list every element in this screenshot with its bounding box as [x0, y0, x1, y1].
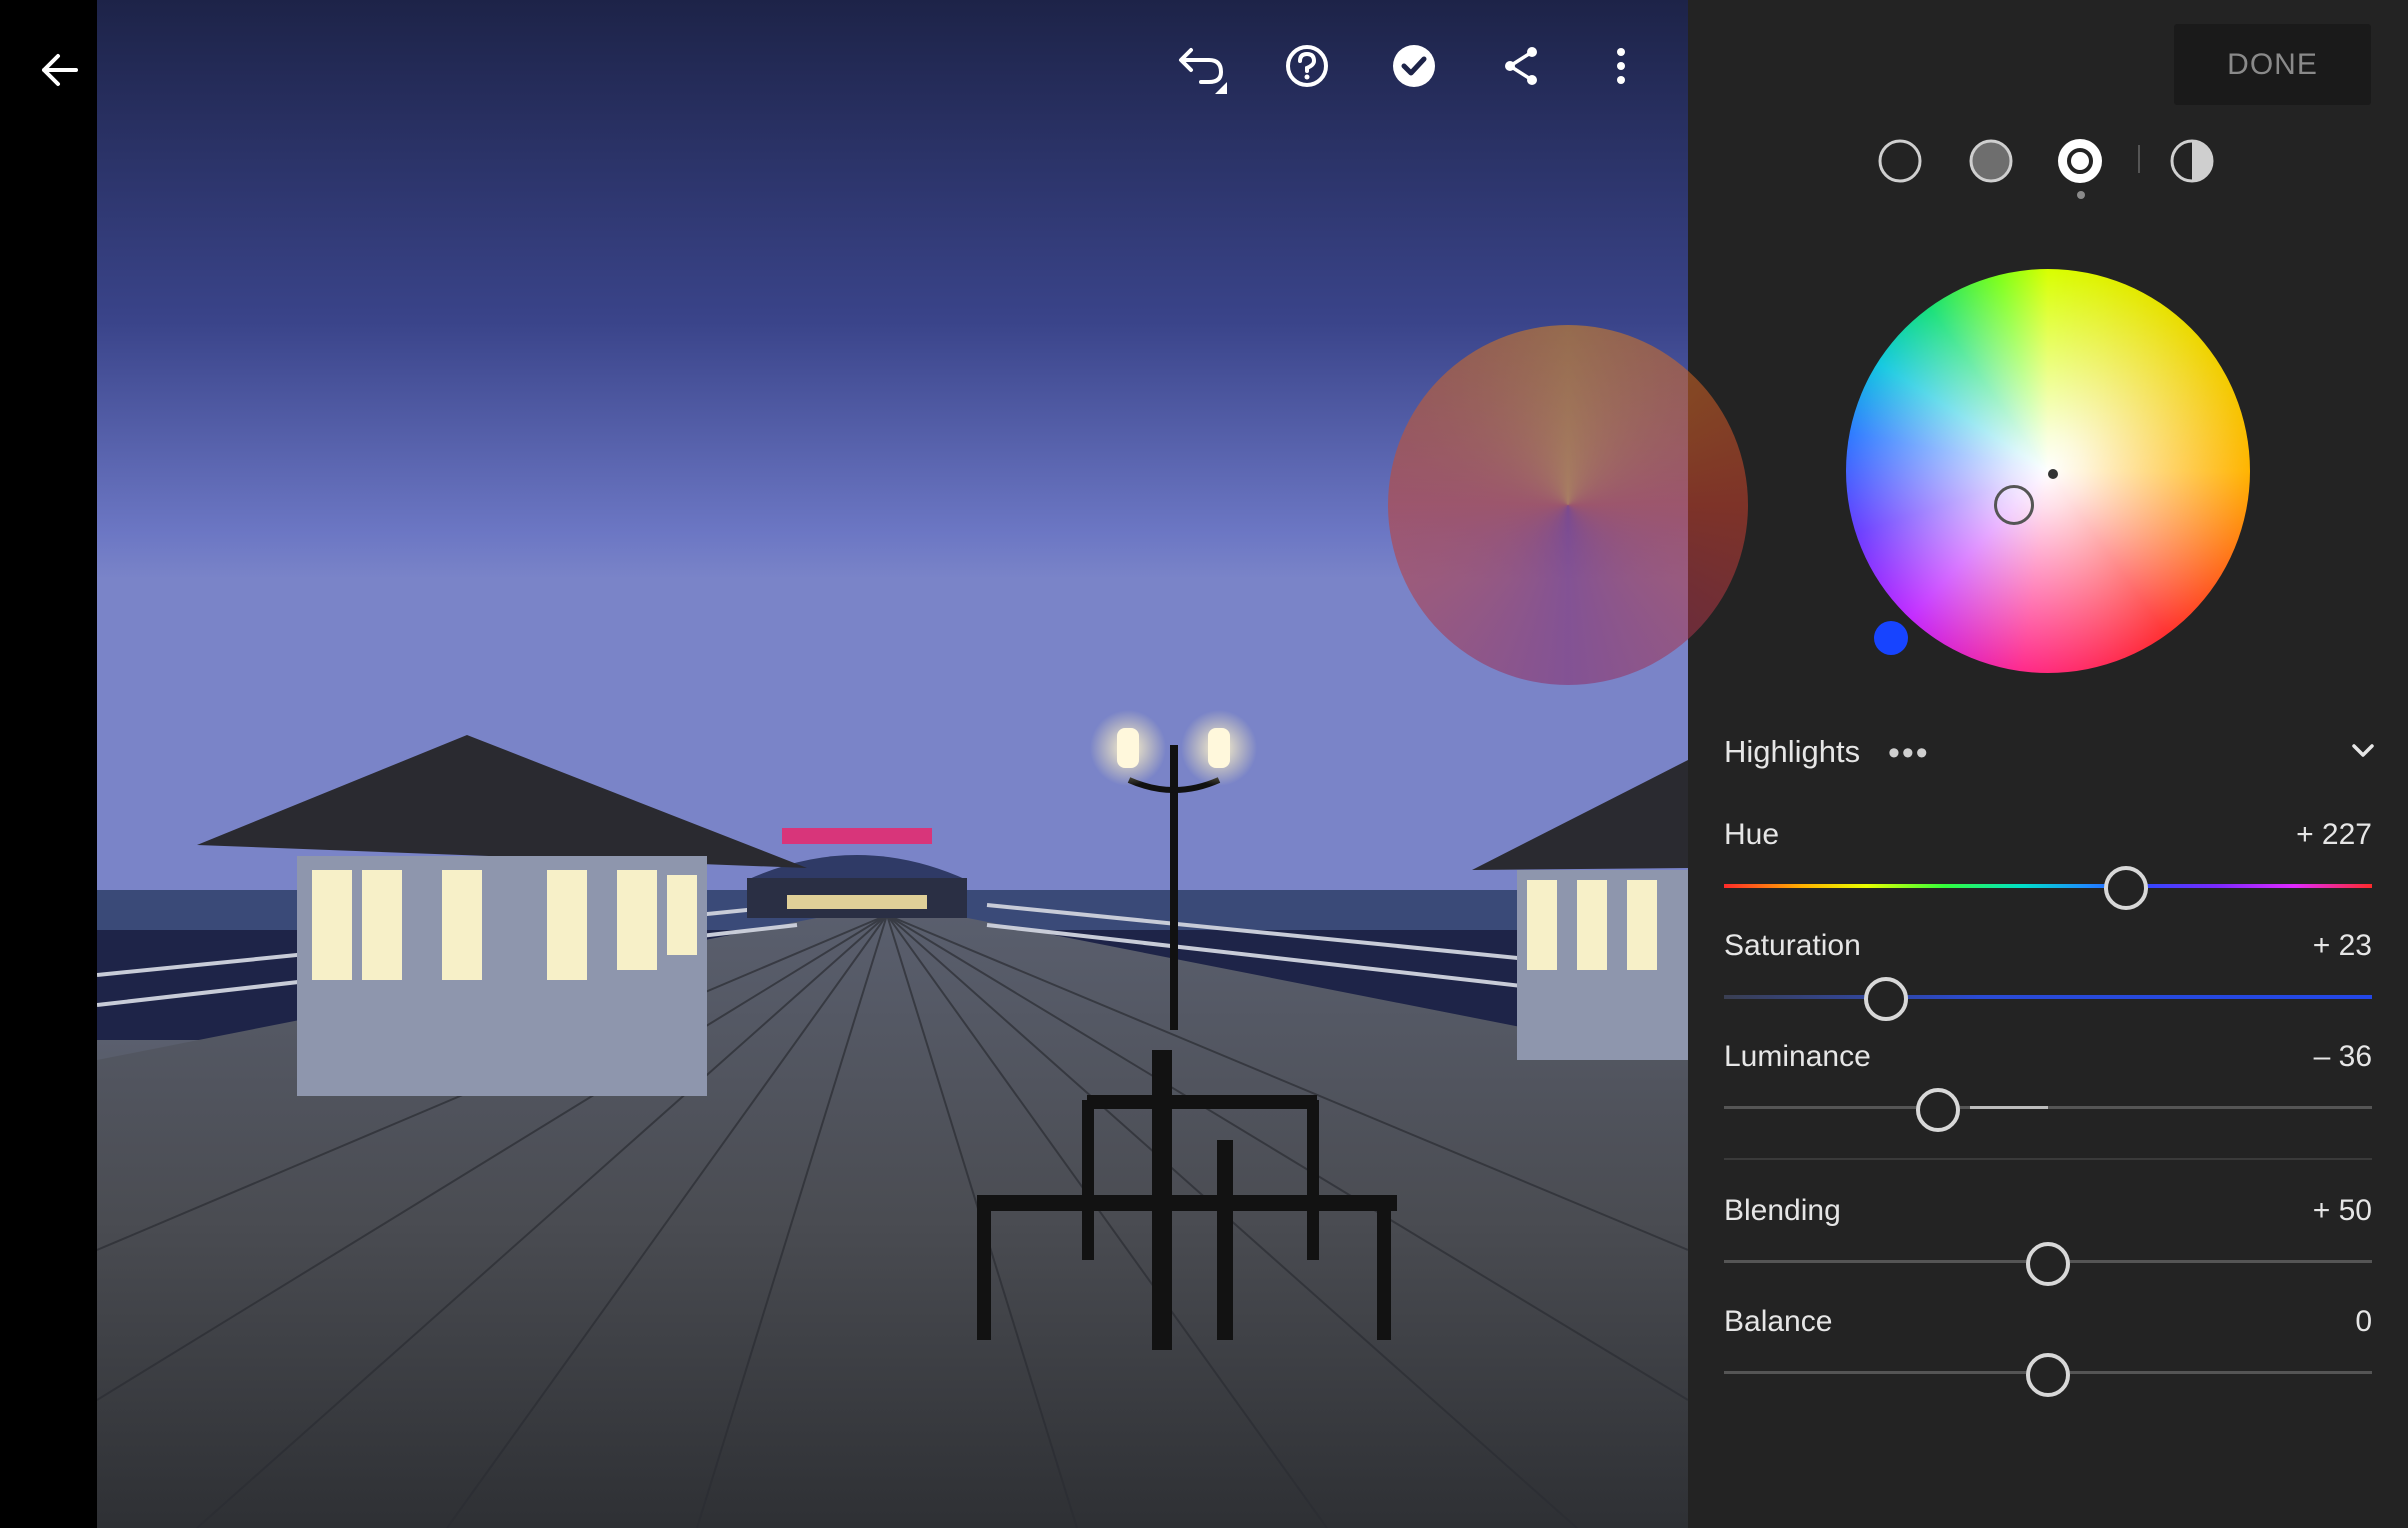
- apply-button[interactable]: [1386, 38, 1442, 94]
- luminance-slider-thumb[interactable]: [1915, 1088, 1960, 1132]
- section-label: Highlights: [1724, 734, 1861, 769]
- adjacent-color-wheel[interactable]: [1388, 325, 1748, 685]
- shadows-mode-button[interactable]: [1874, 135, 1926, 187]
- left-strip: [0, 0, 97, 1528]
- luminance-slider[interactable]: [1724, 1088, 2372, 1132]
- color-grading-panel: DONE Highlights ••• Hue + 227 Saturation…: [1388, 0, 2408, 1528]
- luminance-label: Luminance: [1724, 1040, 1871, 1073]
- empty-circle-icon: [1878, 139, 1922, 183]
- undo-icon: [1179, 48, 1227, 94]
- checkmark-icon: [1393, 45, 1435, 87]
- luminance-track: [1724, 1106, 2372, 1109]
- saturation-value: + 23: [2312, 929, 2372, 962]
- balance-label: Balance: [1724, 1305, 1833, 1338]
- blending-label: Blending: [1724, 1194, 1841, 1227]
- hue-value: + 227: [2296, 818, 2372, 851]
- hue-label: Hue: [1724, 818, 1780, 851]
- saturation-label: Saturation: [1724, 929, 1861, 962]
- saturation-slider[interactable]: [1724, 977, 2372, 1021]
- done-button[interactable]: DONE: [2174, 24, 2371, 105]
- help-icon: [1286, 45, 1328, 87]
- share-button[interactable]: [1494, 38, 1550, 94]
- active-mode-indicator: [2077, 191, 2085, 199]
- highlights-mode-button[interactable]: [2054, 135, 2106, 187]
- photo-canvas[interactable]: [97, 0, 1688, 1528]
- mode-separator: [2138, 145, 2140, 173]
- chevron-down-icon: [2352, 744, 2374, 757]
- color-wheel-area: [1388, 255, 2408, 695]
- more-options-button[interactable]: [1593, 38, 1649, 94]
- blending-slider-thumb[interactable]: [2026, 1242, 2070, 1286]
- help-button[interactable]: [1279, 38, 1335, 94]
- blending-slider[interactable]: [1724, 1242, 2372, 1286]
- selected-color-swatch[interactable]: [1874, 621, 1908, 655]
- hue-track: [1724, 884, 2372, 888]
- global-mode-button[interactable]: [2166, 135, 2218, 187]
- hue-slider[interactable]: [1724, 866, 2372, 910]
- saturation-track: [1724, 995, 2372, 999]
- balance-slider[interactable]: [1724, 1353, 2372, 1397]
- ring-circle-icon: [2058, 139, 2102, 183]
- color-wheel-handle[interactable]: [1994, 485, 2034, 525]
- balance-slider-thumb[interactable]: [2026, 1353, 2070, 1397]
- undo-button[interactable]: [1175, 38, 1231, 94]
- arrow-left-icon: [42, 54, 78, 86]
- luminance-value: – 36: [2313, 1040, 2372, 1073]
- collapse-section-button[interactable]: [2348, 736, 2378, 766]
- midtones-mode-button[interactable]: [1965, 135, 2017, 187]
- hue-slider-thumb[interactable]: [2103, 866, 2148, 910]
- more-vertical-icon: [1617, 48, 1625, 84]
- saturation-slider-thumb[interactable]: [1864, 977, 1908, 1021]
- half-circle-icon: [2170, 139, 2214, 183]
- filled-gray-circle-icon: [1969, 139, 2013, 183]
- back-button[interactable]: [30, 38, 94, 102]
- wheel-center-dot: [2048, 469, 2058, 479]
- balance-value: 0: [2355, 1305, 2372, 1338]
- pier-photo: [97, 0, 1688, 1528]
- blending-value: + 50: [2312, 1194, 2372, 1227]
- section-divider: [1724, 1158, 2372, 1160]
- share-icon: [1505, 47, 1537, 85]
- more-options-icon[interactable]: •••: [1888, 734, 1930, 773]
